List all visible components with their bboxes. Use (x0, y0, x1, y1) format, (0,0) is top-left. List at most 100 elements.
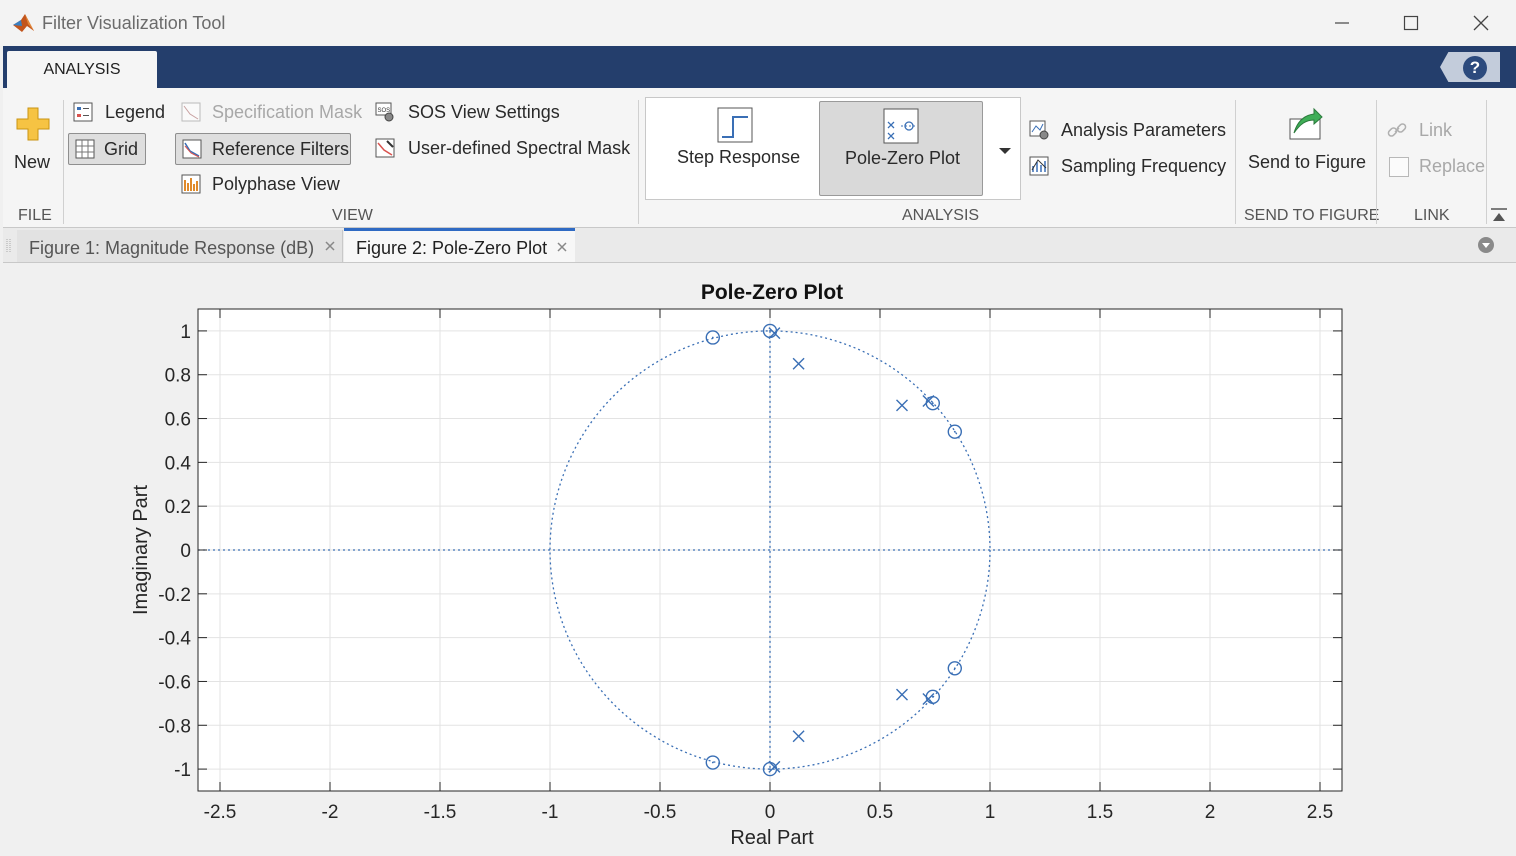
analysis-parameters-icon (1029, 120, 1049, 140)
tab-figure-2-label: Figure 2: Pole-Zero Plot (356, 238, 548, 258)
y-tick-label: 0.2 (165, 497, 191, 518)
section-view-label: VIEW (332, 207, 373, 224)
send-to-figure-button[interactable]: Send to Figure (1242, 100, 1370, 185)
sos-view-settings-label: SOS View Settings (408, 102, 560, 122)
replace-checkbox-box[interactable] (1389, 157, 1409, 177)
sos-view-settings-button[interactable]: SOS SOS View Settings (372, 100, 562, 126)
polyphase-view-icon (181, 174, 201, 194)
x-tick-label: 2.5 (1307, 802, 1333, 823)
section-send-to-figure-label: SEND TO FIGURE (1244, 207, 1380, 224)
user-defined-spectral-mask-label: User-defined Spectral Mask (408, 138, 631, 158)
close-icon (1473, 15, 1489, 31)
link-button[interactable]: Link (1384, 118, 1464, 144)
y-tick-label: 0.4 (165, 453, 192, 474)
legend-icon (73, 102, 93, 122)
send-to-figure-label: Send to Figure (1248, 152, 1367, 172)
ribbon-header (3, 46, 1516, 88)
y-tick-label: 0.8 (165, 366, 191, 387)
reference-filters-icon (182, 139, 202, 159)
pole-zero-plot-label: Pole-Zero Plot (845, 148, 961, 168)
x-tick-label: 0 (765, 802, 776, 823)
close-button[interactable] (1458, 8, 1504, 38)
tab-figure-2[interactable]: Figure 2: Pole-Zero Plot (344, 228, 575, 262)
title-bar (0, 0, 1516, 46)
separator (1235, 100, 1236, 224)
legend-button[interactable]: Legend (70, 100, 166, 126)
maximize-button[interactable] (1388, 8, 1434, 38)
minimize-button[interactable] (1319, 8, 1365, 38)
spectral-mask-icon (375, 138, 395, 158)
new-button[interactable]: New (9, 100, 57, 180)
link-label: Link (1419, 120, 1453, 140)
grid-toggle-button[interactable]: Grid (68, 133, 146, 165)
send-to-figure-icon (1289, 107, 1323, 140)
specification-mask-label: Specification Mask (212, 102, 363, 122)
polyphase-view-button[interactable]: Polyphase View (178, 172, 348, 198)
y-tick-label: -0.6 (158, 672, 191, 693)
grid-label: Grid (104, 139, 139, 159)
y-tick-label: 0 (180, 541, 191, 562)
x-tick-label: 1 (985, 802, 996, 823)
reference-filters-button[interactable]: Reference Filters (175, 133, 351, 165)
specification-mask-icon (181, 102, 201, 122)
new-plus-icon (16, 107, 50, 141)
x-tick-label: 0.5 (867, 802, 893, 823)
pole-zero-plot-button[interactable]: Pole-Zero Plot (819, 101, 983, 196)
y-tick-label: -0.2 (158, 585, 191, 606)
section-file-label: FILE (18, 207, 52, 224)
close-tab-icon[interactable] (325, 241, 335, 251)
x-axis-label: Real Part (730, 827, 814, 849)
separator (638, 100, 639, 224)
gallery-dropdown-button[interactable] (990, 140, 1018, 160)
separator (63, 100, 64, 224)
step-response-icon (717, 107, 753, 143)
legend-label: Legend (105, 102, 166, 122)
y-tick-label: -0.4 (158, 629, 191, 650)
separator (1376, 100, 1377, 224)
chevron-down-icon (999, 148, 1011, 154)
collapse-up-icon (1491, 208, 1507, 221)
tab-figure-1[interactable]: Figure 1: Magnitude Response (dB) (17, 230, 343, 262)
tab-options-button[interactable] (1477, 236, 1495, 254)
x-tick-label: 1.5 (1087, 802, 1113, 823)
sampling-frequency-button[interactable]: Sampling Frequency (1026, 154, 1231, 180)
section-link-label: LINK (1414, 207, 1450, 224)
maximize-icon (1403, 15, 1419, 31)
x-tick-label: -0.5 (644, 802, 677, 823)
drag-handle-icon[interactable] (6, 238, 12, 254)
y-tick-label: 0.6 (165, 410, 191, 431)
specification-mask-button[interactable]: Specification Mask (178, 100, 363, 126)
user-defined-spectral-mask-button[interactable]: User-defined Spectral Mask (372, 136, 634, 162)
section-analysis-label: ANALYSIS (902, 207, 980, 224)
step-response-button[interactable]: Step Response (650, 101, 814, 194)
tab-analysis[interactable]: ANALYSIS (7, 51, 157, 88)
analysis-parameters-button[interactable]: Analysis Parameters (1026, 118, 1226, 144)
new-label: New (14, 152, 51, 172)
minimize-icon (1335, 22, 1349, 24)
replace-checkbox[interactable]: Replace (1386, 154, 1486, 180)
x-tick-label: -1.5 (424, 802, 457, 823)
step-response-label: Step Response (677, 147, 801, 167)
collapse-ribbon-button[interactable] (1488, 205, 1510, 225)
sos-settings-icon: SOS (375, 102, 394, 122)
analysis-parameters-label: Analysis Parameters (1061, 120, 1227, 140)
close-tab-icon[interactable] (557, 242, 567, 252)
pole-zero-icon (883, 108, 919, 144)
x-tick-label: -2 (322, 802, 339, 823)
chart-title: Pole-Zero Plot (701, 281, 843, 304)
x-tick-label: -1 (542, 802, 559, 823)
sampling-frequency-icon (1029, 156, 1049, 176)
x-tick-label: 2 (1205, 802, 1216, 823)
reference-filters-label: Reference Filters (212, 139, 350, 159)
pole-zero-chart[interactable]: -2.5 -2 -1.5 -1 -0.5 0 0.5 1 1.5 2 2.5 1 0.8 0.6 0.4 0.… (0, 263, 1516, 856)
help-icon[interactable]: ? (1463, 56, 1487, 80)
window-title: Filter Visualization Tool (42, 13, 226, 33)
polyphase-view-label: Polyphase View (212, 174, 340, 194)
options-dropdown-icon (1478, 237, 1494, 253)
link-icon (1387, 123, 1407, 137)
y-axis-label: Imaginary Part (130, 485, 152, 615)
y-tick-label: 1 (180, 322, 191, 343)
x-tick-label: -2.5 (204, 802, 237, 823)
tab-figure-1-label: Figure 1: Magnitude Response (dB) (29, 238, 315, 258)
y-tick-label: -1 (174, 760, 191, 781)
